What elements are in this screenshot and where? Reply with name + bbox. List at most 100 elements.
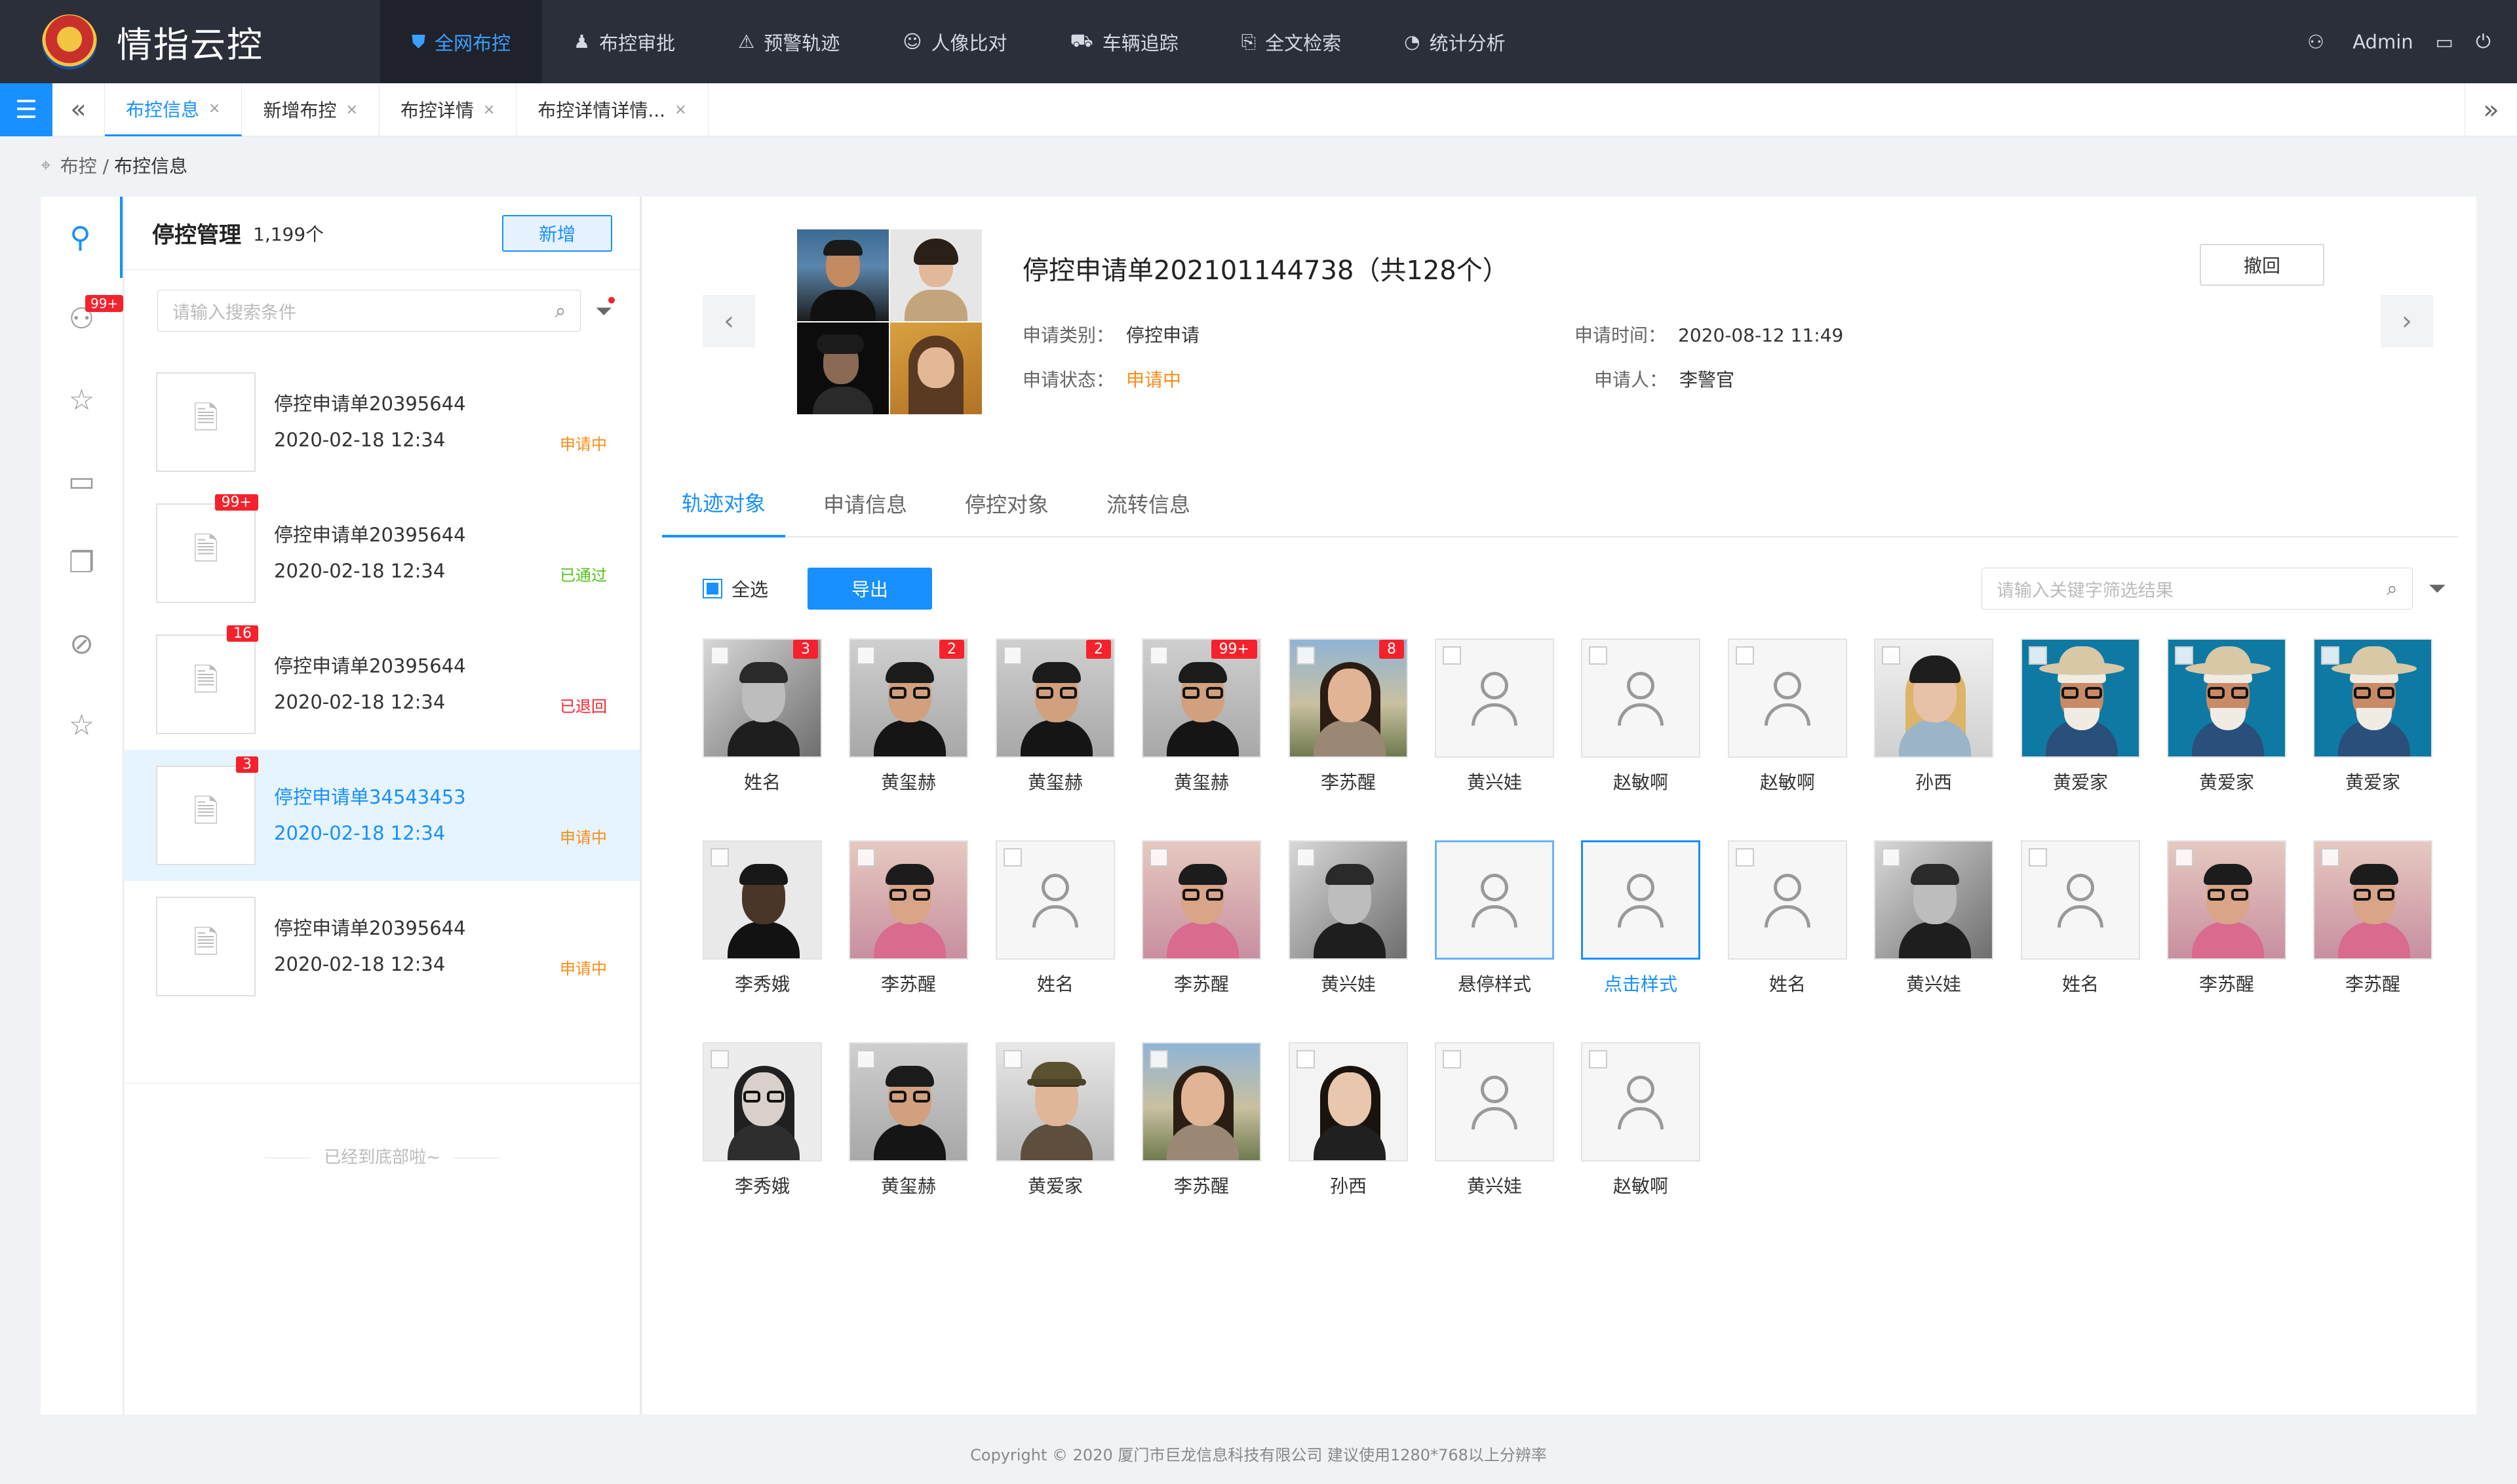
person-card[interactable]: 姓名 [1728, 840, 1847, 998]
nav-item-1[interactable]: ⛊ 全网布控 [380, 0, 543, 83]
funnel-icon[interactable]: ⏷ [2429, 576, 2446, 602]
close-icon[interactable]: × [674, 102, 686, 118]
person-card[interactable]: 黄兴娃 [1435, 1042, 1554, 1200]
card-checkbox[interactable] [1736, 848, 1754, 867]
card-checkbox[interactable] [2321, 848, 2339, 867]
person-card[interactable]: 3 姓名 [703, 638, 822, 796]
menu-toggle-button[interactable]: ☰ [0, 83, 52, 136]
person-photo[interactable] [2167, 840, 2286, 960]
close-icon[interactable]: × [483, 102, 495, 118]
card-checkbox[interactable] [1443, 646, 1461, 665]
card-checkbox[interactable] [711, 848, 729, 867]
screen-icon[interactable]: ▭ [2436, 31, 2453, 53]
person-photo[interactable] [1581, 638, 1700, 758]
nav-item-4[interactable]: ☺ 人像比对 [871, 0, 1038, 83]
person-card[interactable]: 黄爱家 [2167, 638, 2286, 796]
tabs-scroll-left-button[interactable]: « [52, 83, 105, 136]
tab-2[interactable]: 新增布控 × [242, 83, 380, 136]
card-checkbox[interactable] [1882, 848, 1900, 867]
card-checkbox[interactable] [711, 1050, 729, 1068]
rail-item-copy[interactable]: ❐ [41, 522, 123, 603]
close-icon[interactable]: × [345, 102, 357, 118]
nav-item-6[interactable]: ⎘ 全文检索 [1210, 0, 1373, 83]
person-card[interactable]: 赵敏啊 [1581, 638, 1700, 796]
person-photo[interactable]: 3 [703, 638, 822, 758]
list-search-input[interactable]: 请输入搜索条件 ⌕ [157, 290, 581, 332]
user-menu[interactable]: ⚇ Admin [2285, 31, 2413, 53]
person-card[interactable]: 99+ 黄玺赫 [1142, 638, 1261, 796]
person-photo[interactable] [1874, 840, 1993, 960]
prev-button[interactable]: ‹ [703, 295, 755, 347]
person-photo[interactable] [1874, 638, 1993, 758]
person-card[interactable]: 赵敏啊 [1581, 1042, 1700, 1200]
list-item[interactable]: 🗎 99+ 停控申请单20395644 2020-02-18 12:34 已通过 [125, 488, 640, 619]
person-card[interactable]: 黄爱家 [2313, 638, 2432, 796]
card-checkbox[interactable] [711, 646, 729, 665]
person-photo[interactable]: 2 [996, 638, 1115, 758]
person-photo[interactable] [2313, 840, 2432, 960]
tabs-scroll-right-button[interactable]: » [2465, 83, 2517, 136]
card-checkbox[interactable] [2321, 646, 2339, 665]
result-filter-input[interactable]: 请输入关键字筛选结果 ⌕ [1981, 568, 2413, 610]
add-button[interactable]: 新增 [502, 214, 612, 252]
rail-item-group[interactable]: ⚇ 99+ [41, 278, 124, 359]
nav-item-2[interactable]: ♟ 布控审批 [542, 0, 707, 83]
person-card[interactable]: 2 黄玺赫 [996, 638, 1115, 796]
detail-tab-3[interactable]: 停控对象 [945, 469, 1068, 537]
card-checkbox[interactable] [1297, 646, 1315, 665]
breadcrumb-parent[interactable]: 布控 / [60, 152, 109, 178]
person-card[interactable]: 姓名 [996, 840, 1115, 998]
card-checkbox[interactable] [2175, 848, 2193, 867]
person-card[interactable]: 黄爱家 [2021, 638, 2140, 796]
person-photo[interactable] [1435, 840, 1554, 960]
person-photo[interactable] [1581, 840, 1700, 960]
export-button[interactable]: 导出 [808, 568, 933, 610]
card-checkbox[interactable] [2175, 646, 2193, 665]
person-card[interactable]: 李苏醒 [849, 840, 968, 998]
next-button[interactable]: › [2381, 295, 2433, 347]
person-photo[interactable] [1728, 840, 1847, 960]
person-photo[interactable] [1435, 1042, 1554, 1162]
person-card[interactable]: 赵敏啊 [1728, 638, 1847, 796]
person-card[interactable]: 孙西 [1289, 1042, 1408, 1200]
card-checkbox[interactable] [1589, 1050, 1607, 1068]
card-checkbox[interactable] [1443, 1050, 1461, 1068]
person-photo[interactable] [1142, 840, 1261, 960]
person-photo[interactable] [1435, 638, 1554, 758]
list-item[interactable]: 🗎 3 停控申请单34543453 2020-02-18 12:34 申请中 [125, 750, 640, 881]
person-photo[interactable] [1728, 638, 1847, 758]
logo-area[interactable]: 情指云控 [0, 14, 380, 69]
person-photo[interactable] [2021, 638, 2140, 758]
person-card[interactable]: 李苏醒 [2167, 840, 2286, 998]
person-photo[interactable] [996, 840, 1115, 960]
card-checkbox[interactable] [1004, 646, 1022, 665]
person-photo[interactable] [703, 1042, 822, 1162]
person-card[interactable]: 黄兴娃 [1874, 840, 1993, 998]
person-card[interactable]: 8 李苏醒 [1289, 638, 1408, 796]
list-item[interactable]: 🗎 16 停控申请单20395644 2020-02-18 12:34 已退回 [125, 619, 640, 750]
search-icon[interactable]: ⌕ [2387, 577, 2398, 600]
card-checkbox[interactable] [1150, 646, 1168, 665]
person-photo[interactable]: 8 [1289, 638, 1408, 758]
person-photo[interactable] [2021, 840, 2140, 960]
person-card[interactable]: 2 黄玺赫 [849, 638, 968, 796]
person-card[interactable]: 黄兴娃 [1289, 840, 1408, 998]
card-checkbox[interactable] [1736, 646, 1754, 665]
person-photo[interactable] [2313, 638, 2432, 758]
card-checkbox[interactable] [857, 646, 875, 665]
card-checkbox[interactable] [1297, 848, 1315, 867]
person-card[interactable]: 李苏醒 [2313, 840, 2432, 998]
person-photo[interactable] [996, 1042, 1115, 1162]
card-checkbox[interactable] [1004, 848, 1022, 867]
person-card[interactable]: 孙西 [1874, 638, 1993, 796]
filter-icon[interactable]: ⏷ [595, 296, 615, 324]
person-card[interactable]: 悬停样式 [1435, 840, 1554, 998]
power-icon[interactable]: ⏻ [2476, 30, 2491, 53]
card-checkbox[interactable] [2029, 848, 2047, 867]
list-item[interactable]: 🗎 停控申请单20395644 2020-02-18 12:34 申请中 [125, 881, 640, 1012]
card-checkbox[interactable] [1882, 646, 1900, 665]
person-card[interactable]: 黄兴娃 [1435, 638, 1554, 796]
person-card[interactable]: 李秀娥 [703, 1042, 822, 1200]
person-card[interactable]: 点击样式 [1581, 840, 1700, 998]
rail-item-person-star[interactable]: ☆ [41, 359, 123, 440]
